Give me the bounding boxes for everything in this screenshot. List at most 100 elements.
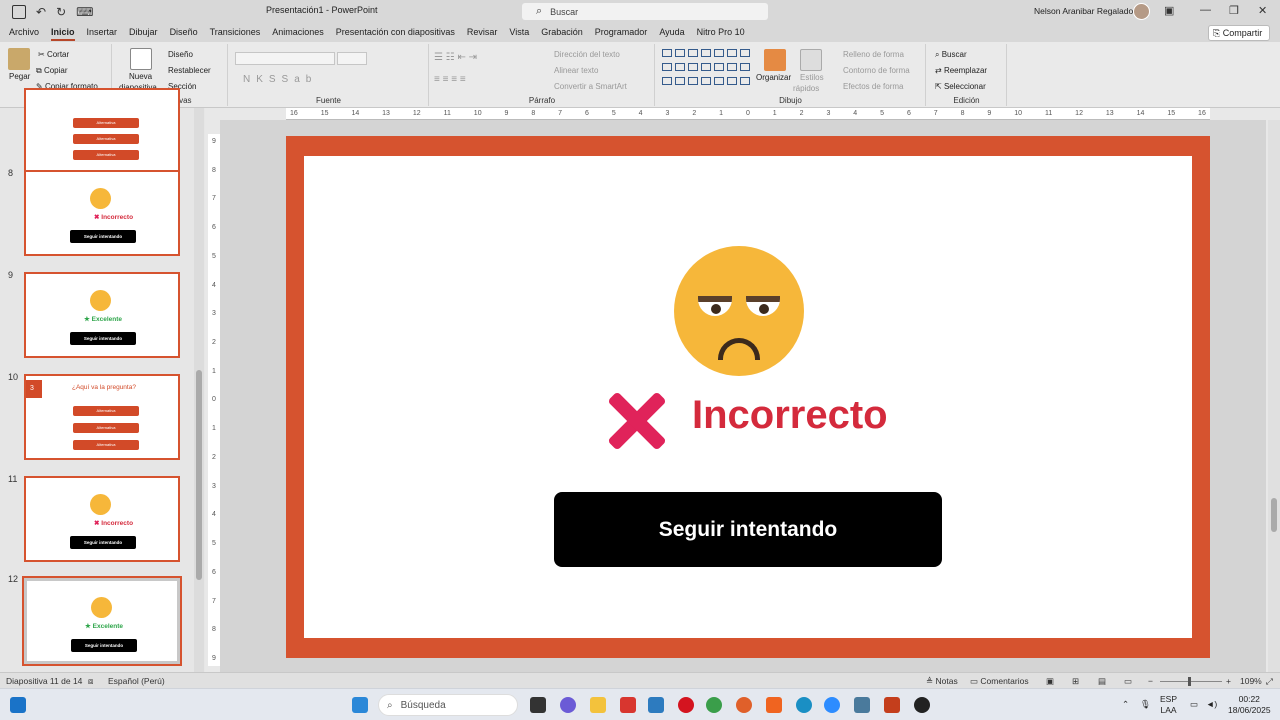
shape-item[interactable] (714, 63, 724, 71)
font-size-field[interactable] (337, 52, 367, 65)
shape-effects-button[interactable]: Efectos de forma (843, 82, 903, 91)
list-icons[interactable]: ☰ ☷ ⇤ ⇥ (434, 52, 477, 63)
find-button[interactable]: ⌕ Buscar (935, 50, 967, 60)
align-icons[interactable]: ≡ ≡ ≡ ≡ (434, 74, 466, 85)
tab-archivo[interactable]: Archivo (4, 23, 44, 42)
edge-icon[interactable] (796, 697, 812, 713)
tab-diseno[interactable]: Diseño (165, 23, 203, 42)
network-icon[interactable]: ▭ (1190, 699, 1198, 710)
quick-styles-label-2[interactable]: rápidos (793, 84, 819, 93)
shape-outline-button[interactable]: Contorno de forma (843, 66, 910, 75)
shape-item[interactable] (662, 49, 672, 57)
tab-animaciones[interactable]: Animaciones (267, 23, 329, 42)
shape-item[interactable] (688, 77, 698, 85)
start-icon[interactable] (352, 697, 368, 713)
volume-icon[interactable]: ◄) (1206, 699, 1217, 710)
tab-grabacion[interactable]: Grabación (536, 23, 588, 42)
arrange-icon[interactable] (764, 49, 786, 71)
zoom-slider-thumb[interactable] (1188, 677, 1191, 686)
tab-nitro[interactable]: Nitro Pro 10 (692, 23, 750, 42)
slide-sorter-icon[interactable]: ⊞ (1072, 676, 1079, 687)
tab-revisar[interactable]: Revisar (462, 23, 503, 42)
brave-icon[interactable] (766, 697, 782, 713)
reading-view-icon[interactable]: ▤ (1098, 676, 1106, 687)
new-slide-icon[interactable] (130, 48, 152, 70)
user-name[interactable]: Nelson Aranibar Regalado (1034, 6, 1133, 16)
layout-button[interactable]: Diseño (168, 50, 193, 59)
vivaldi-icon[interactable] (620, 697, 636, 713)
widgets-icon[interactable] (10, 697, 26, 713)
new-slide-label-1[interactable]: Nueva (129, 72, 152, 81)
result-label[interactable]: Incorrecto (692, 393, 888, 438)
shape-item[interactable] (701, 77, 711, 85)
save-icon[interactable] (12, 4, 26, 19)
tab-insertar[interactable]: Insertar (82, 23, 123, 42)
fit-slide-icon[interactable]: ⤢ (1266, 676, 1273, 687)
paste-icon[interactable] (8, 48, 30, 70)
paste-button[interactable]: Pegar (9, 72, 30, 81)
tab-transiciones[interactable]: Transiciones (205, 23, 266, 42)
shape-item[interactable] (727, 63, 737, 71)
chrome-icon[interactable] (706, 697, 722, 713)
slide-thumbnail-10[interactable]: 3 ¿Aquí va la pregunta? Alternativa Alte… (24, 374, 180, 460)
file-explorer-icon[interactable] (590, 697, 606, 713)
zoom-app-icon[interactable] (824, 697, 840, 713)
replace-button[interactable]: ⇄ Reemplazar (935, 66, 987, 75)
powerpoint-icon[interactable] (884, 697, 900, 713)
search-box[interactable]: ⌕ Buscar (522, 3, 768, 20)
shape-item[interactable] (727, 77, 737, 85)
input-language[interactable]: ESP LAA (1160, 694, 1177, 716)
quick-styles-label-1[interactable]: Estilos (800, 73, 824, 82)
shape-item[interactable] (740, 63, 750, 71)
tray-chevron-icon[interactable]: ⌃ (1122, 699, 1129, 710)
arrange-button[interactable]: Organizar (756, 73, 791, 82)
sad-face-icon[interactable] (674, 246, 804, 376)
zoom-in-icon[interactable]: + (1226, 676, 1231, 686)
notepad-icon[interactable] (854, 697, 870, 713)
undo-icon[interactable]: ↶ (36, 5, 46, 19)
current-slide[interactable]: Incorrecto Seguir intentando (286, 136, 1210, 658)
tab-inicio[interactable]: Inicio (46, 23, 80, 42)
shape-item[interactable] (740, 77, 750, 85)
shape-item[interactable] (688, 63, 698, 71)
tab-programador[interactable]: Programador (590, 23, 653, 42)
firefox-icon[interactable] (736, 697, 752, 713)
restore-icon[interactable]: ❐ (1229, 4, 1239, 17)
slideshow-icon[interactable]: ▭ (1124, 676, 1132, 687)
reset-button[interactable]: Restablecer (168, 66, 211, 75)
minimize-icon[interactable]: — (1200, 4, 1211, 16)
shape-item[interactable] (662, 63, 672, 71)
tab-ayuda[interactable]: Ayuda (654, 23, 689, 42)
customize-qat-icon[interactable]: ⌨ (76, 5, 93, 19)
shape-fill-button[interactable]: Relleno de forma (843, 50, 904, 59)
opera-icon[interactable] (678, 697, 694, 713)
slide-thumbnail-11[interactable]: ✖ Incorrecto Seguir intentando (24, 476, 180, 562)
shape-item[interactable] (675, 63, 685, 71)
tab-vista[interactable]: Vista (504, 23, 534, 42)
slide-thumbnail-9[interactable]: ★ Excelente Seguir intentando (24, 272, 180, 358)
canvas-scrollbar[interactable] (1268, 120, 1280, 672)
obs-icon[interactable] (914, 697, 930, 713)
shape-item[interactable] (688, 49, 698, 57)
text-direction-button[interactable]: Dirección del texto (554, 50, 620, 59)
quick-styles-icon[interactable] (800, 49, 822, 71)
taskbar-search[interactable]: ⌕ Búsqueda (378, 694, 518, 716)
task-view-icon[interactable] (530, 697, 546, 713)
zoom-out-icon[interactable]: − (1148, 676, 1153, 686)
tab-presentacion[interactable]: Presentación con diapositivas (331, 23, 460, 42)
align-text-button[interactable]: Alinear texto (554, 66, 598, 75)
scrollbar-thumb[interactable] (196, 370, 202, 580)
cut-button[interactable]: ✂ Cortar (38, 50, 69, 59)
slide-thumbnail-8[interactable]: ✖ Incorrecto Seguir intentando (24, 170, 180, 256)
redo-icon[interactable]: ↻ (56, 5, 66, 19)
shape-item[interactable] (727, 49, 737, 57)
x-icon[interactable] (606, 390, 668, 452)
font-format-icons[interactable]: NKSSab (243, 74, 317, 85)
copy-button[interactable]: ⧉ Copiar (36, 66, 68, 76)
shape-item[interactable] (675, 77, 685, 85)
slide-thumbnail-12[interactable]: ★ Excelente Seguir intentando (22, 576, 182, 666)
normal-view-icon[interactable]: ▣ (1046, 676, 1054, 687)
shapes-gallery[interactable] (662, 49, 754, 89)
share-button[interactable]: ⎘ Compartir (1208, 25, 1270, 41)
store-icon[interactable] (648, 697, 664, 713)
